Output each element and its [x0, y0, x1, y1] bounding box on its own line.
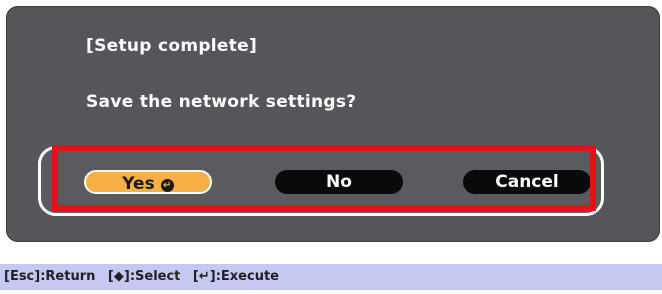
hint-execute: [↵]:Execute — [193, 264, 279, 290]
hint-action-execute: :Execute — [215, 269, 279, 284]
dialog-message: Save the network settings? — [86, 92, 357, 112]
hint-action-select: :Select — [129, 269, 181, 284]
enter-key-icon: [↵] — [192, 269, 216, 284]
highlight-annotation-box — [52, 145, 596, 211]
dialog-title: [Setup complete] — [86, 36, 258, 56]
arrow-keys-icon: [◆] — [107, 269, 130, 284]
hint-return: [Esc]:Return — [4, 264, 95, 290]
status-bar: [Esc]:Return [◆]:Select [↵]:Execute — [0, 264, 662, 290]
hint-select: [◆]:Select — [108, 264, 180, 290]
hint-key-esc: [Esc] — [4, 269, 41, 284]
hint-action-return: :Return — [40, 269, 96, 284]
